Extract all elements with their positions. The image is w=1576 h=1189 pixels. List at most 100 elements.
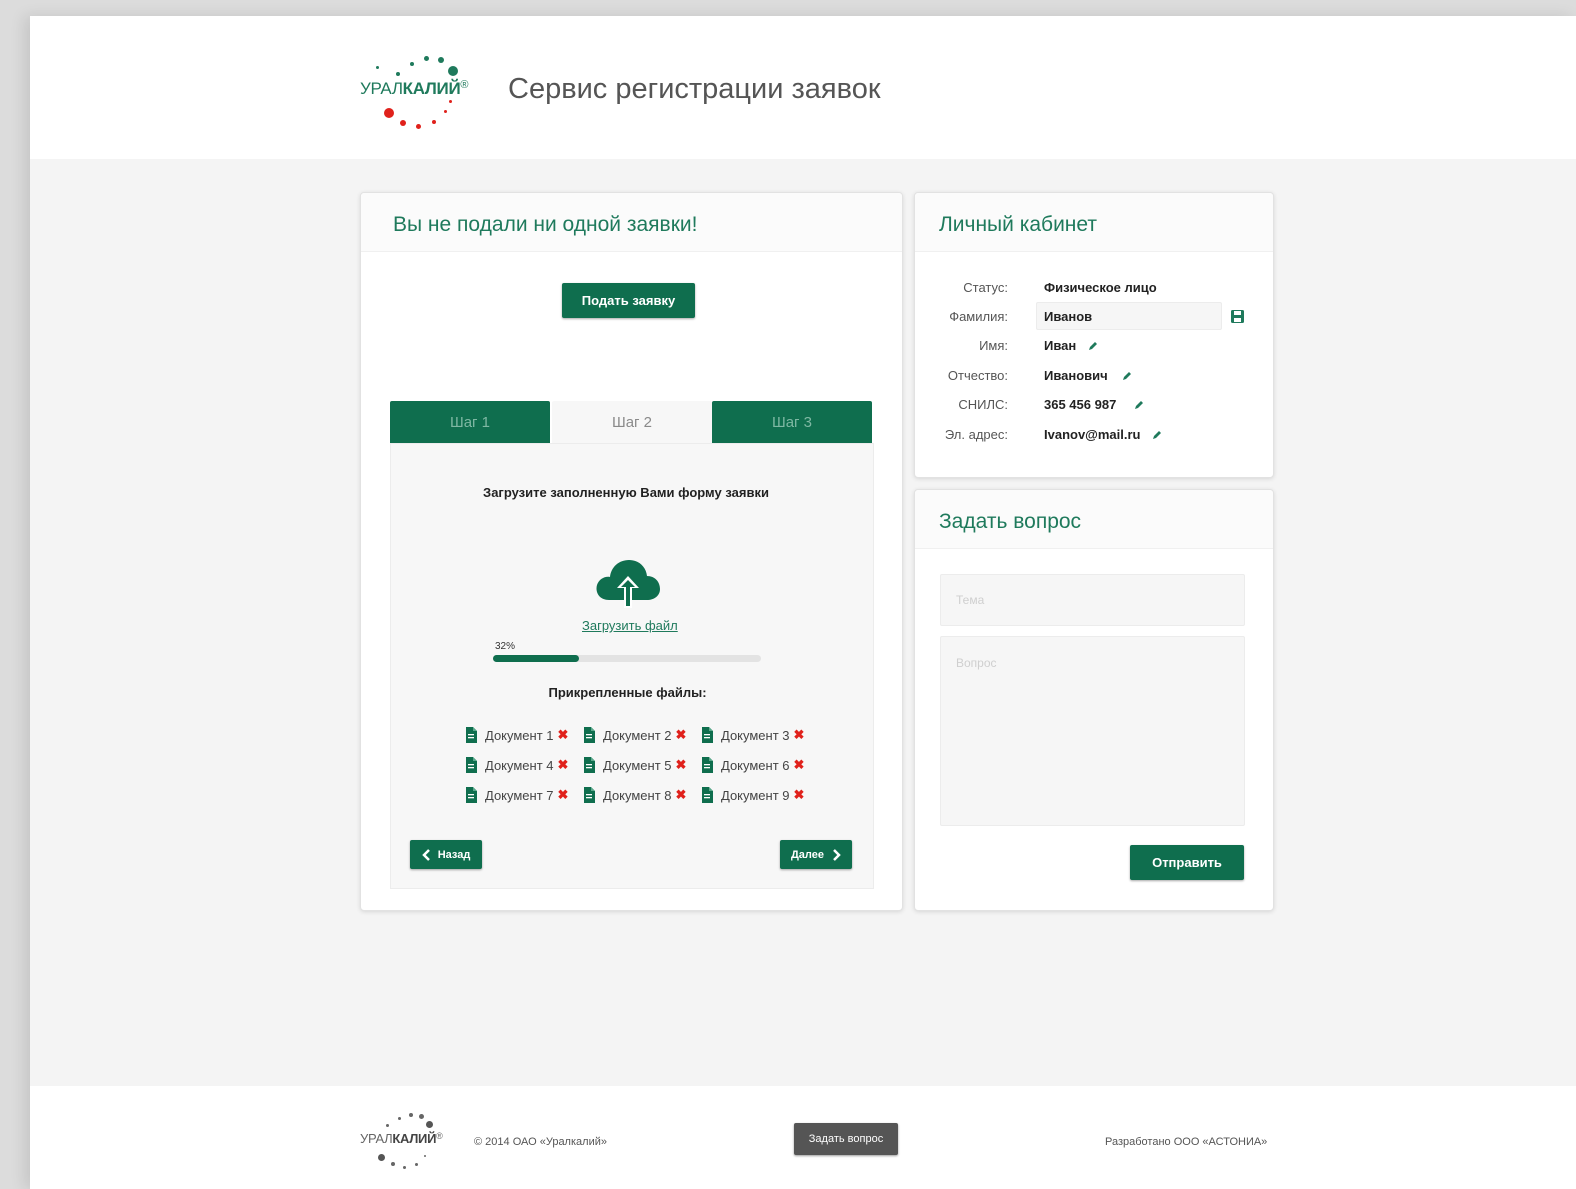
copyright: © 2014 ОАО «Уралкалий» (474, 1136, 607, 1148)
logo-dot (444, 110, 447, 113)
attached-file-item[interactable]: Документ 6 ✖ (701, 757, 804, 773)
attached-file-item[interactable]: Документ 3 ✖ (701, 727, 804, 743)
logo-dot (376, 66, 379, 69)
logo-dot (449, 100, 452, 103)
logo-dot (403, 1166, 406, 1169)
tab-step-3[interactable]: Шаг 3 (712, 401, 872, 443)
back-button[interactable]: Назад (410, 840, 482, 869)
file-icon (702, 787, 713, 803)
remove-x-icon[interactable]: ✖ (558, 727, 569, 743)
upload-progress-track (493, 655, 761, 662)
attached-file-item[interactable]: Документ 9 ✖ (701, 787, 804, 803)
remove-x-icon[interactable]: ✖ (558, 757, 569, 773)
attached-file-item[interactable]: Документ 7 ✖ (465, 787, 568, 803)
logo-dot (426, 1121, 433, 1128)
footer-logo-wordmark: УРАЛКАЛИЙ® (360, 1131, 443, 1146)
logo-dot (410, 62, 414, 66)
remove-x-icon[interactable]: ✖ (676, 727, 687, 743)
logo-dot (419, 1114, 424, 1119)
send-question-button[interactable]: Отправить (1130, 845, 1244, 880)
save-icon[interactable] (1230, 309, 1245, 324)
logo-dot (391, 1162, 395, 1166)
profile-title: Личный кабинет (939, 213, 1097, 236)
upload-progress-fill (493, 655, 579, 662)
logo-dot (386, 1124, 389, 1127)
next-button-label: Далее (790, 848, 825, 861)
pencil-icon[interactable] (1088, 341, 1098, 351)
remove-x-icon[interactable]: ✖ (558, 787, 569, 803)
status-label: Статус: (963, 280, 1008, 295)
logo-dot (415, 1163, 418, 1166)
patronymic-value: Иванович (1044, 368, 1108, 383)
attached-file-name: Документ 9 (721, 787, 790, 803)
uralkali-logo[interactable]: УРАЛКАЛИЙ® (360, 50, 490, 136)
next-button[interactable]: Далее (780, 840, 852, 869)
topic-placeholder: Тема (956, 593, 985, 607)
topic-input[interactable] (940, 574, 1245, 626)
email-label: Эл. адрес: (944, 427, 1008, 442)
attached-file-name: Документ 1 (485, 727, 554, 743)
question-placeholder: Вопрос (956, 656, 997, 670)
back-button-label: Назад (437, 848, 471, 861)
attached-file-name: Документ 6 (721, 757, 790, 773)
submit-application-button[interactable]: Подать заявку (562, 283, 695, 318)
tab-step-2[interactable]: Шаг 2 (552, 401, 712, 443)
attached-file-name: Документ 7 (485, 787, 554, 803)
question-title: Задать вопрос (939, 510, 1082, 533)
remove-x-icon[interactable]: ✖ (676, 757, 687, 773)
snils-value: 365 456 987 (1044, 397, 1117, 412)
surname-value[interactable]: Иванов (1044, 309, 1092, 324)
upload-instruction: Загрузите заполненную Вами форму заявки (483, 485, 769, 500)
file-icon (702, 757, 713, 773)
attached-file-item[interactable]: Документ 5 ✖ (583, 757, 686, 773)
cloud-upload-icon[interactable] (593, 554, 663, 612)
logo-dot (409, 1113, 413, 1117)
surname-label: Фамилия: (949, 309, 1008, 324)
logo-dot (378, 1154, 385, 1161)
attached-files-title: Прикрепленные файлы: (548, 685, 707, 700)
attached-file-item[interactable]: Документ 2 ✖ (583, 727, 686, 743)
developer-credit: Разработано ООО «АСТОНИА» (1105, 1136, 1268, 1148)
header: УРАЛКАЛИЙ® Сервис регистрации заявок (30, 16, 1576, 159)
footer: УРАЛКАЛИЙ® © 2014 ОАО «Уралкалий» Задать… (30, 1086, 1576, 1189)
remove-x-icon[interactable]: ✖ (794, 787, 805, 803)
attached-file-name: Документ 2 (603, 727, 672, 743)
footer-ask-question-button[interactable]: Задать вопрос (794, 1123, 898, 1155)
attached-file-item[interactable]: Документ 8 ✖ (583, 787, 686, 803)
remove-x-icon[interactable]: ✖ (794, 727, 805, 743)
upload-progress-label: 32% (495, 641, 516, 652)
pencil-icon[interactable] (1122, 371, 1132, 381)
file-icon (466, 727, 477, 743)
logo-dot (424, 56, 429, 61)
name-label: Имя: (979, 338, 1008, 353)
status-value: Физическое лицо (1044, 280, 1157, 295)
remove-x-icon[interactable]: ✖ (794, 757, 805, 773)
logo-dot (384, 108, 394, 118)
tab-step-1[interactable]: Шаг 1 (390, 401, 550, 443)
attached-file-name: Документ 5 (603, 757, 672, 773)
pencil-icon[interactable] (1134, 400, 1144, 410)
file-icon (584, 727, 595, 743)
upload-file-link[interactable]: Загрузить файл (582, 618, 678, 633)
pencil-icon[interactable] (1152, 430, 1162, 440)
logo-dot (396, 72, 400, 76)
patronymic-label: Отчество: (947, 368, 1008, 383)
applications-title: Вы не подали ни одной заявки! (393, 213, 698, 236)
chevron-left-icon (421, 848, 430, 861)
logo-dot (416, 124, 421, 129)
file-icon (584, 787, 595, 803)
footer-logo[interactable]: УРАЛКАЛИЙ® (360, 1108, 460, 1174)
file-icon (702, 727, 713, 743)
attached-file-name: Документ 8 (603, 787, 672, 803)
remove-x-icon[interactable]: ✖ (676, 787, 687, 803)
attached-file-item[interactable]: Документ 1 ✖ (465, 727, 568, 743)
chevron-right-icon (833, 848, 841, 861)
logo-dot (438, 57, 444, 63)
logo-dot (398, 1117, 401, 1120)
name-value: Иван (1044, 338, 1077, 353)
logo-dot (448, 66, 458, 76)
logo-dot (400, 120, 406, 126)
file-icon (584, 757, 595, 773)
step-panel (390, 443, 874, 889)
attached-file-item[interactable]: Документ 4 ✖ (465, 757, 568, 773)
